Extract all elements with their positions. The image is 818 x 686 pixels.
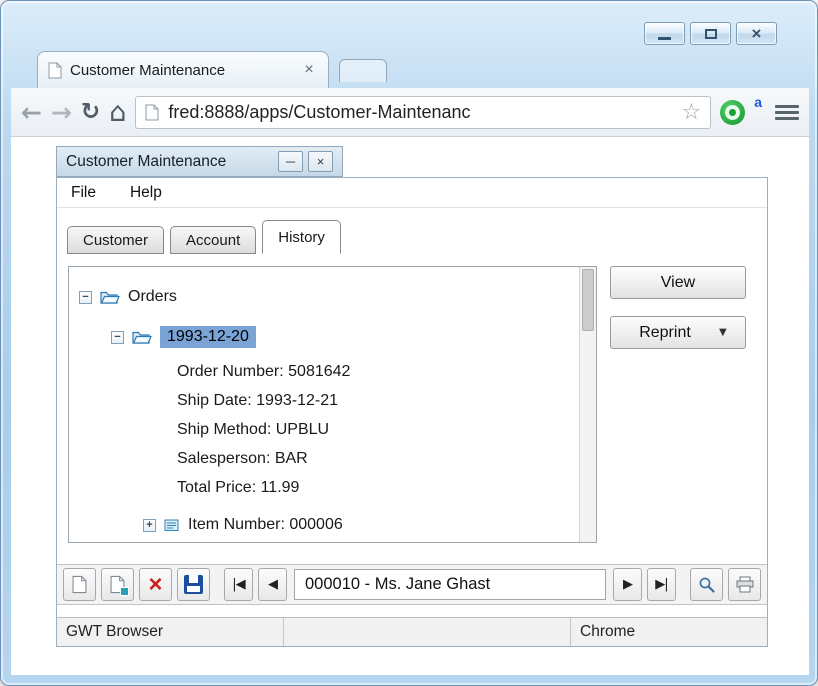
tab-strip: Customer Account History <box>67 220 341 254</box>
browser-tab[interactable]: Customer Maintenance × <box>37 51 329 88</box>
tab-title: Customer Maintenance <box>70 61 226 79</box>
tree-node-label-selected[interactable]: 1993-12-20 <box>160 326 256 348</box>
collapse-toggle-icon[interactable]: − <box>111 330 124 344</box>
tree-scrollbar[interactable] <box>579 267 596 542</box>
menu-help[interactable]: Help <box>130 184 162 202</box>
browser-menu-icon[interactable] <box>775 104 799 120</box>
home-icon[interactable]: ⌂ <box>109 99 126 126</box>
new-document-icon <box>72 575 87 594</box>
tree-leaf-label: Salesperson: BAR <box>177 449 308 467</box>
app-close-button[interactable]: × <box>308 151 333 172</box>
print-icon <box>736 576 753 593</box>
tree-leaf-total-price[interactable]: Total Price: 11.99 <box>69 473 579 502</box>
status-right: Chrome <box>580 623 636 640</box>
view-button[interactable]: View <box>610 266 746 299</box>
menu-file[interactable]: File <box>71 184 96 202</box>
minimize-window-button[interactable] <box>644 22 685 45</box>
next-record-button[interactable]: ▶ <box>613 568 642 601</box>
save-icon <box>184 575 203 594</box>
search-button[interactable] <box>690 568 723 601</box>
restore-icon <box>704 28 717 39</box>
last-record-button[interactable]: ▶| <box>647 568 676 601</box>
extension-icon[interactable] <box>720 99 746 125</box>
minimize-icon <box>658 36 671 40</box>
address-bar[interactable]: fred:8888/apps/Customer-Maintenanc ☆ <box>135 95 712 129</box>
menu-bar: File Help <box>57 178 767 208</box>
close-icon: × <box>751 24 762 43</box>
reprint-button[interactable]: Reprint ▼ <box>610 316 746 349</box>
page-icon <box>48 62 62 78</box>
tree-leaf-label: Total Price: 11.99 <box>177 478 300 496</box>
restore-window-button[interactable] <box>690 22 731 45</box>
toggle-glyph: + <box>146 518 153 531</box>
app-window-titlebar[interactable]: Customer Maintenance ─ × <box>56 146 343 177</box>
search-icon <box>699 577 715 593</box>
first-record-button[interactable]: |◀ <box>224 568 253 601</box>
tree-node-orders[interactable]: − Orders <box>69 277 579 317</box>
page-icon <box>145 104 159 120</box>
collapse-toggle-icon[interactable]: − <box>79 290 92 304</box>
tree-leaf-label: Ship Method: UPBLU <box>177 420 330 438</box>
save-record-button[interactable] <box>177 568 210 601</box>
duplicate-record-icon <box>110 575 129 596</box>
tree-node-label[interactable]: Orders <box>128 288 177 306</box>
reprint-label: Reprint <box>639 323 691 341</box>
status-left: GWT Browser <box>57 618 284 646</box>
app-window: File Help Customer Account History − Ord… <box>56 177 768 647</box>
back-icon[interactable]: ← <box>21 100 42 125</box>
tree-leaf-label: Order Number: 5081642 <box>177 362 351 380</box>
orders-tree-panel: − Orders − 1993-12-20 Order Number: 5081… <box>68 266 597 543</box>
last-record-icon: ▶| <box>655 577 668 592</box>
tree-leaf-label: Ship Date: 1993-12-21 <box>177 391 338 409</box>
toggle-glyph: − <box>82 290 89 303</box>
first-record-icon: |◀ <box>232 577 245 592</box>
record-toolbar: × |◀ ◀ ▶ ▶| <box>57 564 767 605</box>
tree-leaf-salesperson[interactable]: Salesperson: BAR <box>69 444 579 473</box>
tree-node-item-number[interactable]: + Item Number: 000006 <box>69 506 579 542</box>
browser-window: × Customer Maintenance × ← → ↻ ⌂ fred:88… <box>0 0 818 686</box>
folder-icon <box>132 331 152 344</box>
window-controls: × <box>644 22 777 45</box>
tree-leaf-ship-method[interactable]: Ship Method: UPBLU <box>69 415 579 444</box>
url-text: fred:8888/apps/Customer-Maintenanc <box>168 101 471 122</box>
toggle-glyph: − <box>114 330 121 343</box>
tree-content: − Orders − 1993-12-20 Order Number: 5081… <box>69 267 579 542</box>
next-record-icon: ▶ <box>623 577 633 592</box>
tree-node-order-date[interactable]: − 1993-12-20 <box>69 317 579 357</box>
folder-icon <box>100 291 120 304</box>
close-window-button[interactable]: × <box>736 22 777 45</box>
tab-account[interactable]: Account <box>170 226 257 254</box>
previous-record-icon: ◀ <box>268 577 278 592</box>
app-window-title: Customer Maintenance <box>66 152 227 170</box>
reload-icon[interactable]: ↻ <box>81 100 100 124</box>
delete-record-button[interactable]: × <box>139 568 172 601</box>
tab-history[interactable]: History <box>262 220 341 254</box>
dropdown-arrow-icon: ▼ <box>719 327 727 338</box>
tree-leaf-order-number[interactable]: Order Number: 5081642 <box>69 357 579 386</box>
status-middle <box>284 618 571 646</box>
new-record-button[interactable] <box>63 568 96 601</box>
forward-icon[interactable]: → <box>51 100 72 125</box>
duplicate-record-button[interactable] <box>101 568 134 601</box>
tree-node-label[interactable]: Item Number: 000006 <box>188 516 343 534</box>
status-bar: GWT Browser Chrome <box>57 617 767 646</box>
tab-customer[interactable]: Customer <box>67 226 165 254</box>
page-content: Customer Maintenance ─ × File Help Custo… <box>11 137 809 675</box>
previous-record-button[interactable]: ◀ <box>258 568 287 601</box>
print-button[interactable] <box>728 568 761 601</box>
delete-icon: × <box>148 570 163 598</box>
scrollbar-thumb[interactable] <box>582 269 594 331</box>
record-field[interactable] <box>294 569 606 600</box>
tab-close-icon[interactable]: × <box>300 61 318 79</box>
item-icon <box>164 519 179 531</box>
browser-toolbar: ← → ↻ ⌂ fred:8888/apps/Customer-Maintena… <box>11 88 809 137</box>
extension-badge: a <box>754 94 762 110</box>
tree-leaf-ship-date[interactable]: Ship Date: 1993-12-21 <box>69 386 579 415</box>
expand-toggle-icon[interactable]: + <box>143 518 156 532</box>
app-minimize-button[interactable]: ─ <box>278 151 303 172</box>
bookmark-star-icon[interactable]: ☆ <box>681 100 701 125</box>
new-tab-button[interactable] <box>339 59 387 82</box>
